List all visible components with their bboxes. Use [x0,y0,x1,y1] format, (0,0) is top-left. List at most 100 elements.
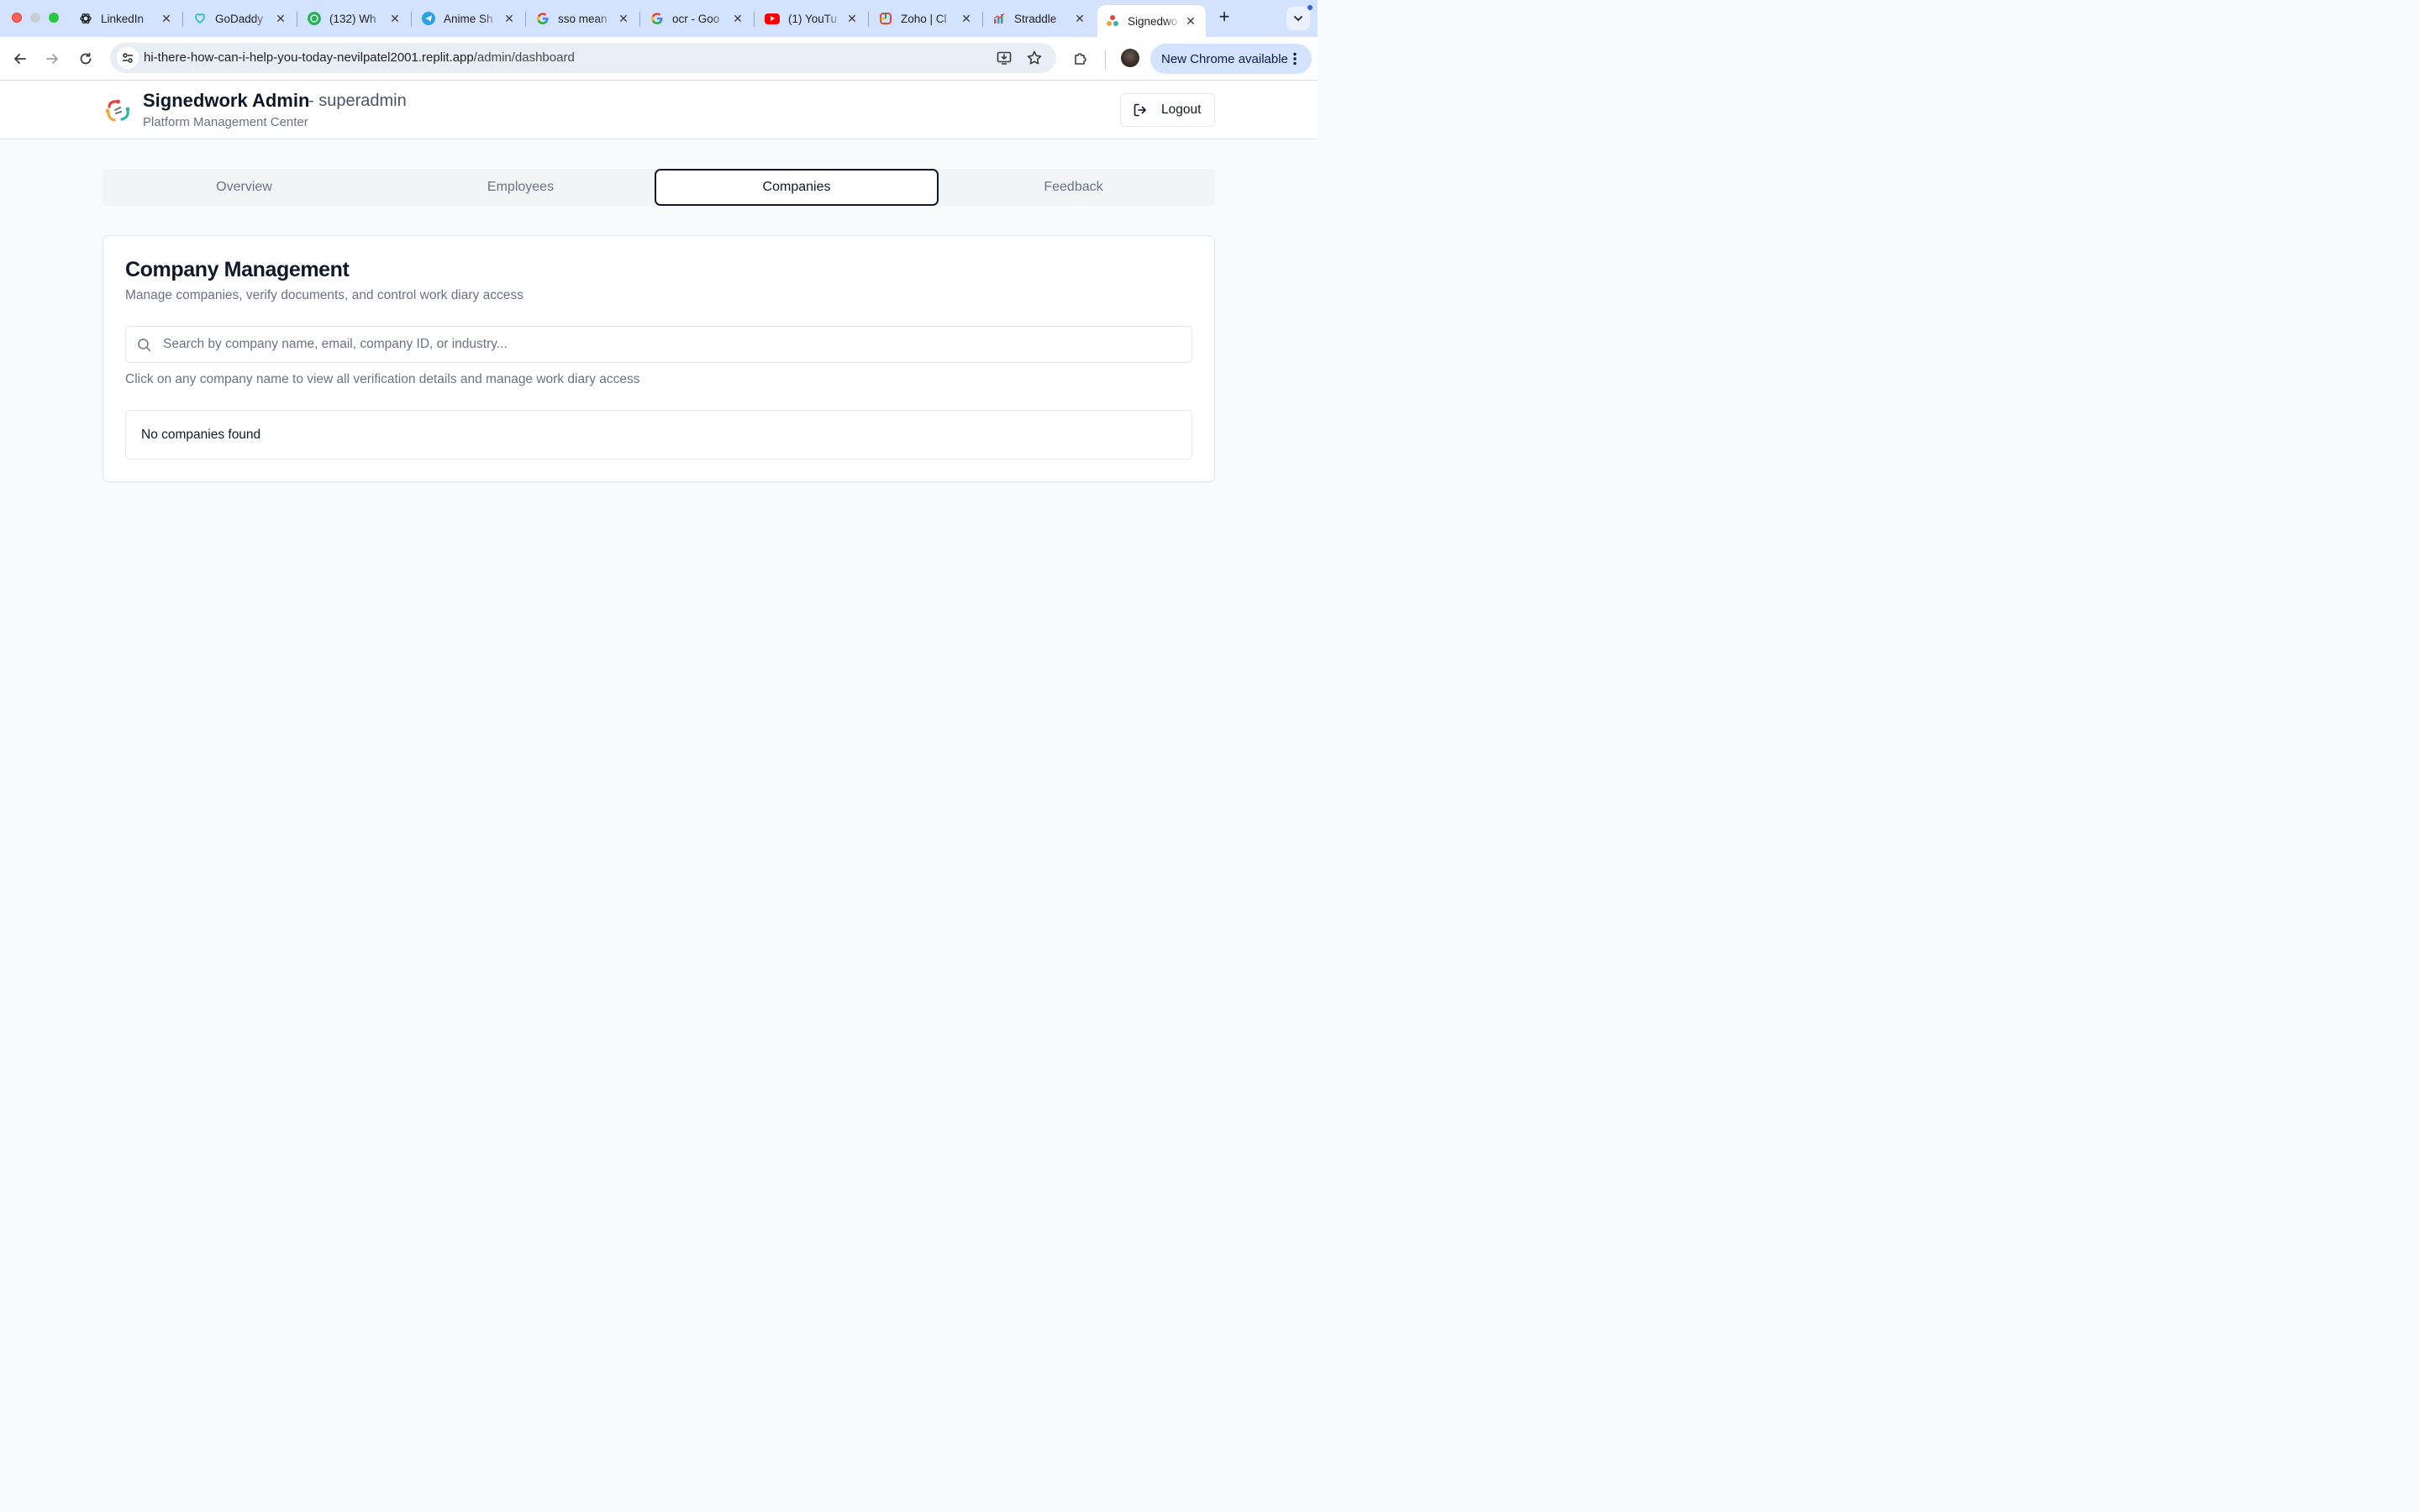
browser-toolbar: hi-there-how-can-i-help-you-today-nevilp… [0,37,1318,81]
tab-companies[interactable]: Companies [655,169,939,206]
empty-message: No companies found [141,428,261,442]
tab-label: Overview [216,180,272,194]
update-chip-label: New Chrome available [1161,51,1288,66]
chevron-down-icon [1292,13,1304,24]
arrow-left-icon [13,51,28,66]
chart-icon [992,12,1006,25]
address-bar[interactable]: hi-there-how-can-i-help-you-today-nevilp… [110,43,1056,73]
search-box[interactable] [125,326,1192,363]
tab-label: Companies [762,180,831,194]
whatsapp-icon [308,12,321,25]
google-icon [536,12,550,25]
app-subtitle: Platform Management Center [143,115,308,129]
window-close-button[interactable] [12,13,22,23]
browser-tab-title: GoDaddy [215,12,264,25]
browser-tab-strip: LinkedIn ✕ GoDaddy ✕ (132) Wh ✕ Anime Sh… [0,0,1318,37]
bookmark-button[interactable] [1026,50,1043,66]
toolbar-separator [1105,50,1106,69]
close-icon[interactable]: ✕ [274,12,287,25]
window-zoom-button[interactable] [49,13,59,23]
reload-button[interactable] [74,47,97,71]
notification-dot [1307,5,1313,10]
signedwork-icon [1106,14,1119,28]
reload-icon [78,51,93,66]
app-title: Signedwork Admin [143,90,310,111]
browser-tab-title: (132) Wh [329,12,376,25]
puzzle-icon [1072,50,1089,67]
browser-tab-title: Zoho | Cl [901,12,947,25]
search-hint: Click on any company name to view all ve… [125,372,640,386]
browser-tab[interactable]: (1) YouTu ✕ [765,7,859,30]
url-path: /admin/dashboard [473,50,575,65]
tune-icon [121,51,134,65]
new-chrome-available-button[interactable]: New Chrome available [1150,44,1312,74]
browser-tab-title: (1) YouTu [788,12,838,25]
close-icon[interactable]: ✕ [160,12,173,25]
tab-separator [525,12,526,27]
youtube-icon [765,13,780,24]
forward-button[interactable] [40,47,64,71]
browser-tab[interactable]: GoDaddy ✕ [193,7,287,30]
browser-tab[interactable]: Zoho | Cl ✕ [879,7,973,30]
browser-tab[interactable]: (132) Wh ✕ [308,7,402,30]
tab-feedback[interactable]: Feedback [932,169,1215,206]
browser-tab[interactable]: sso mean ✕ [536,7,630,30]
browser-tab-title: ocr - Goo [672,12,720,25]
url-host: hi-there-how-can-i-help-you-today-nevilp… [144,50,474,65]
profile-avatar[interactable] [1121,49,1139,67]
google-icon [650,12,664,25]
app-header: Signedwork Admin - superadmin Platform M… [0,81,1318,139]
tab-search-button[interactable] [1286,7,1310,30]
install-icon [996,50,1013,66]
tab-separator [411,12,412,27]
browser-tab-title: Anime Sh [444,12,493,25]
close-icon[interactable]: ✕ [1073,12,1086,25]
close-icon[interactable]: ✕ [617,12,630,25]
companies-empty-state: No companies found [125,410,1192,459]
browser-tab[interactable]: Anime Sh ✕ [422,7,516,30]
logout-icon [1133,102,1148,118]
zoho-icon [879,12,892,25]
browser-tab[interactable]: Straddle ✕ [992,7,1086,30]
telegram-icon [422,12,435,25]
browser-tab[interactable]: LinkedIn ✕ [79,7,173,30]
openai-icon [79,12,92,25]
site-info-button[interactable] [117,47,139,69]
admin-role-label: - superadmin [308,92,407,110]
star-icon [1026,50,1043,66]
signedwork-logo [103,96,132,124]
url-text[interactable]: hi-there-how-can-i-help-you-today-nevilp… [144,50,575,65]
browser-tab-title: Signedwo [1128,14,1178,28]
tab-overview[interactable]: Overview [103,169,386,206]
tab-separator [754,12,755,27]
logout-button[interactable]: Logout [1120,93,1215,127]
extensions-button[interactable] [1069,47,1092,71]
company-management-card: Company Management Manage companies, ver… [103,235,1215,482]
search-icon [137,338,151,352]
close-icon[interactable]: ✕ [502,12,516,25]
arrow-right-icon [45,51,60,66]
close-icon[interactable]: ✕ [1184,14,1197,28]
close-icon[interactable]: ✕ [388,12,402,25]
godaddy-icon [193,12,207,25]
close-icon[interactable]: ✕ [960,12,973,25]
dashboard-tabs: Overview Employees Companies Feedback [103,169,1215,206]
tab-separator [182,12,183,27]
browser-tab-title: Straddle [1014,12,1057,25]
close-icon[interactable]: ✕ [845,12,859,25]
close-icon[interactable]: ✕ [731,12,744,25]
window-minimize-button[interactable] [30,13,40,23]
tab-label: Employees [487,180,555,194]
browser-tab[interactable]: ocr - Goo ✕ [650,7,744,30]
tab-separator [639,12,640,27]
tab-separator [868,12,869,27]
install-app-button[interactable] [996,50,1013,66]
browser-tab-title: sso mean [558,12,608,25]
logout-label: Logout [1161,102,1202,117]
more-vert-icon[interactable] [1286,50,1303,67]
browser-tab-active[interactable]: Signedwo ✕ [1097,5,1206,37]
back-button[interactable] [8,47,32,71]
new-tab-button[interactable]: + [1215,8,1234,27]
tab-employees[interactable]: Employees [379,169,662,206]
company-search-input[interactable] [163,327,1180,362]
